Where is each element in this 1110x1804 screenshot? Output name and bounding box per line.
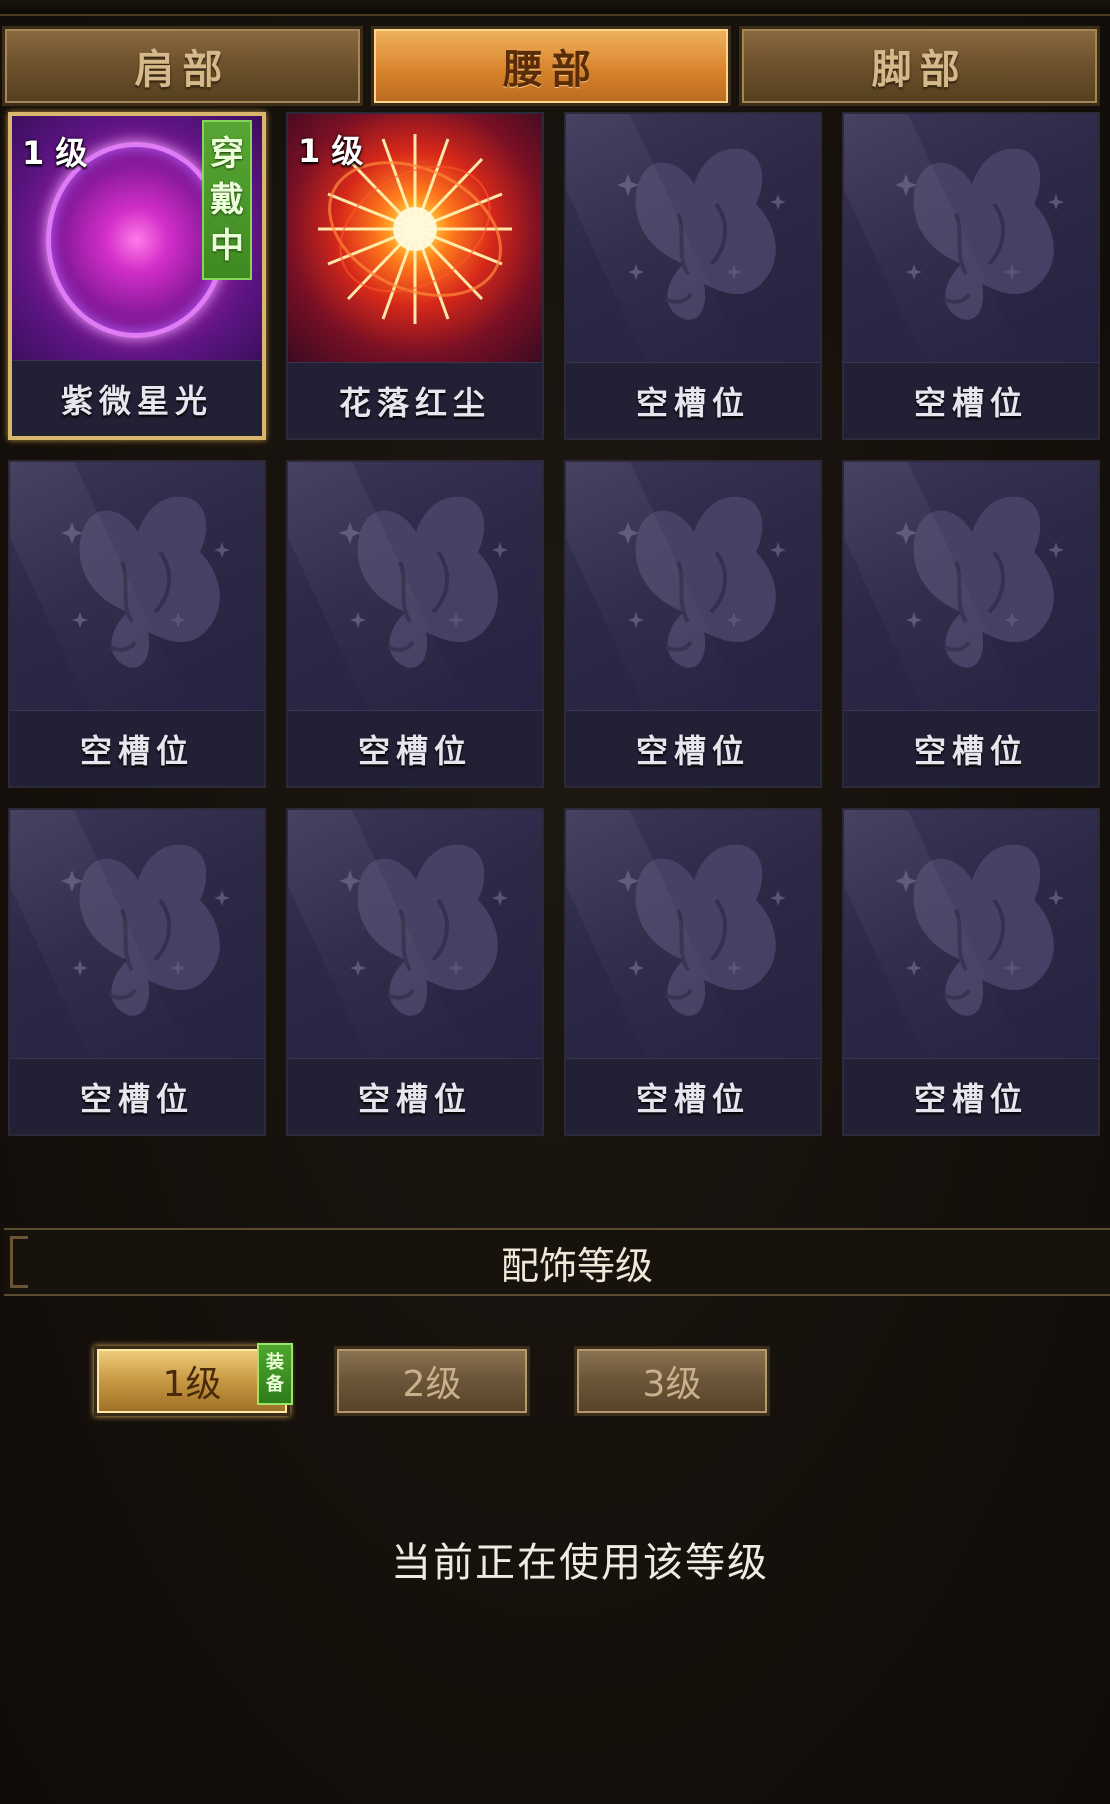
level-button-label: 1级	[162, 1364, 222, 1405]
badge-char: 备	[266, 1374, 284, 1395]
level-2-button[interactable]: 2级	[334, 1346, 530, 1416]
butterfly-icon	[844, 810, 1098, 1058]
section-title: 配饰等级	[500, 1243, 653, 1288]
slot-name: 空槽位	[566, 362, 820, 438]
equipped-badge-char: 戴	[210, 180, 244, 220]
empty-accessory-slot[interactable]: 空槽位	[842, 460, 1100, 788]
level-3-button[interactable]: 3级	[574, 1346, 770, 1416]
level-status-text: 当前正在使用该等级	[391, 1540, 769, 1586]
empty-accessory-slot[interactable]: 空槽位	[286, 808, 544, 1136]
slot-name: 紫微星光	[12, 360, 262, 436]
slot-name: 空槽位	[288, 710, 542, 786]
accessory-level-header: 配饰等级	[4, 1228, 1110, 1296]
slot-name: 空槽位	[844, 362, 1098, 438]
butterfly-icon	[566, 810, 820, 1058]
butterfly-icon	[10, 810, 264, 1058]
slot-level-label: 1 级	[22, 134, 88, 172]
tab-waist[interactable]: 腰部	[370, 26, 732, 106]
butterfly-icon	[566, 462, 820, 710]
accessory-panel: 肩部 腰部 脚部 1 级 穿 戴 中 紫微星光 1 级 花落红尘 空槽位 空槽位…	[0, 0, 1110, 1804]
butterfly-icon	[566, 114, 820, 362]
tab-feet[interactable]: 脚部	[739, 26, 1101, 106]
badge-char: 装	[266, 1352, 284, 1373]
slot-tabs: 肩部 腰部 脚部	[2, 26, 1101, 106]
butterfly-icon	[10, 462, 264, 710]
butterfly-icon	[844, 462, 1098, 710]
slot-name: 空槽位	[844, 710, 1098, 786]
empty-accessory-slot[interactable]: 空槽位	[8, 808, 266, 1136]
slot-name: 空槽位	[288, 1058, 542, 1134]
slot-name: 空槽位	[10, 710, 264, 786]
slot-name: 空槽位	[844, 1058, 1098, 1134]
empty-accessory-slot[interactable]: 空槽位	[564, 808, 822, 1136]
empty-accessory-slot[interactable]: 空槽位	[8, 460, 266, 788]
slot-name: 空槽位	[566, 710, 820, 786]
empty-accessory-slot[interactable]: 空槽位	[842, 112, 1100, 440]
empty-accessory-slot[interactable]: 空槽位	[564, 112, 822, 440]
empty-accessory-slot[interactable]: 空槽位	[286, 460, 544, 788]
top-border	[0, 0, 1110, 16]
accessory-slot[interactable]: 1 级 花落红尘	[286, 112, 544, 440]
tab-shoulder[interactable]: 肩部	[2, 26, 363, 106]
butterfly-icon	[288, 462, 542, 710]
slot-name: 空槽位	[10, 1058, 264, 1134]
butterfly-icon	[288, 810, 542, 1058]
slot-name: 空槽位	[566, 1058, 820, 1134]
level-button-label: 2级	[402, 1364, 462, 1405]
equipped-level-badge: 装 备	[257, 1343, 293, 1405]
header-ornament-icon	[10, 1236, 28, 1288]
slot-name: 花落红尘	[288, 362, 542, 438]
level-1-button[interactable]: 1级 装 备	[94, 1343, 293, 1416]
accessory-slot[interactable]: 1 级 穿 戴 中 紫微星光	[8, 112, 266, 440]
level-selector: 1级 装 备 2级 3级	[94, 1343, 770, 1416]
level-button-label: 3级	[642, 1364, 702, 1405]
equipped-badge-char: 中	[210, 226, 244, 266]
accessory-grid: 1 级 穿 戴 中 紫微星光 1 级 花落红尘 空槽位 空槽位 空槽位 空槽位 …	[8, 112, 1102, 1136]
butterfly-icon	[844, 114, 1098, 362]
equipped-badge-char: 穿	[210, 134, 244, 174]
equipped-badge: 穿 戴 中	[202, 120, 252, 280]
empty-accessory-slot[interactable]: 空槽位	[564, 460, 822, 788]
empty-accessory-slot[interactable]: 空槽位	[842, 808, 1100, 1136]
slot-level-label: 1 级	[298, 132, 364, 170]
